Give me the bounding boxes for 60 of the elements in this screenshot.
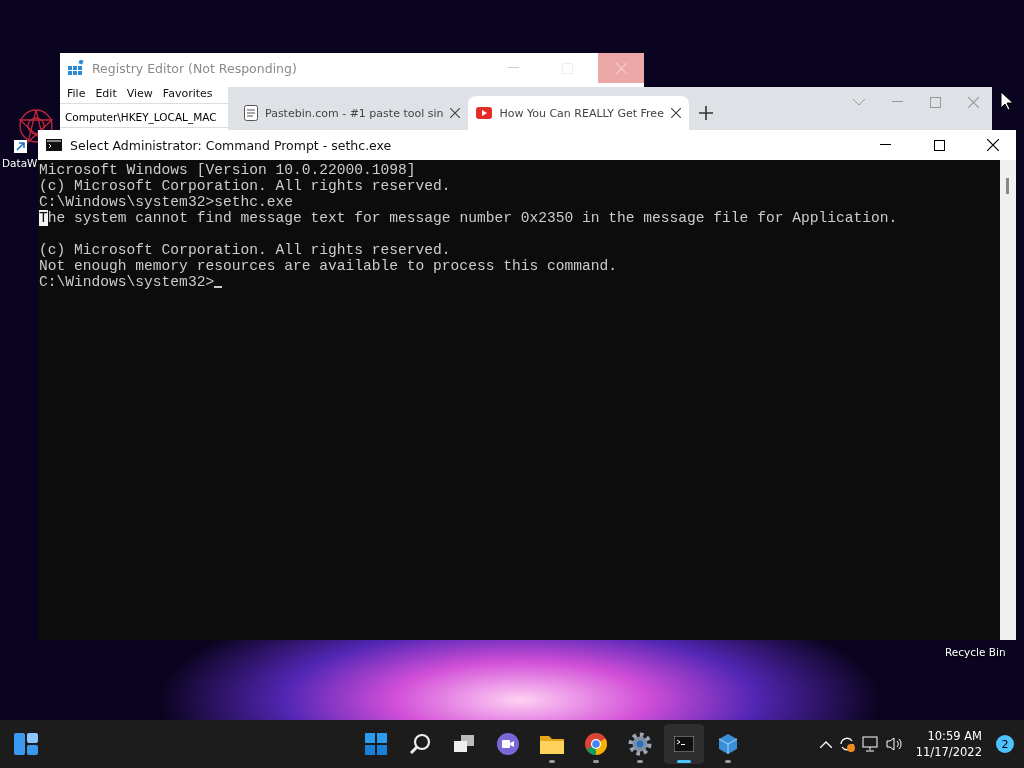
terminal-icon (674, 736, 694, 752)
notification-badge[interactable]: 2 (996, 735, 1014, 753)
close-icon (987, 139, 999, 151)
search-icon (409, 733, 431, 755)
chevron-up-icon[interactable] (819, 740, 832, 748)
console-line: (c) Microsoft Corporation. All rights reserved. (39, 178, 452, 194)
registry-icon (68, 60, 84, 76)
taskbar-app[interactable] (664, 724, 704, 764)
close-icon (450, 108, 461, 118)
browser-icon (584, 732, 608, 756)
menu-item[interactable]: File (62, 86, 91, 100)
tab-close-button[interactable] (450, 108, 461, 118)
tab-close-button[interactable] (670, 108, 681, 118)
desktop-icon-label[interactable]: Recycle Bin (945, 646, 1006, 658)
desktop-icon-label[interactable]: DataW (2, 157, 38, 169)
widgets-button[interactable] (14, 733, 38, 755)
sync-icon[interactable] (837, 735, 856, 753)
chevron-down-icon (853, 98, 865, 106)
console-line: C:\Windows\system32>sethc.exe (39, 194, 294, 210)
menu-item[interactable]: View (121, 86, 158, 100)
maximize-icon (929, 96, 941, 108)
play-logo-icon (476, 107, 493, 119)
mouse-pointer-icon (1000, 91, 1013, 111)
tab-title: Pastebin.com - #1 paste tool sin (265, 106, 444, 120)
volume-icon[interactable] (885, 736, 904, 752)
folder-icon (539, 733, 565, 755)
menu-item[interactable]: Favorites (157, 86, 218, 100)
task-view-icon (453, 734, 475, 754)
minimize-icon (879, 144, 891, 146)
network-icon[interactable] (861, 736, 880, 752)
cubes-icon (717, 733, 739, 755)
browser-tab[interactable]: How You Can REALLY Get Free (468, 96, 689, 130)
clock-time: 10:59 AM (927, 728, 982, 744)
tab-title: How You Can REALLY Get Free (499, 106, 664, 120)
windows-logo-icon (365, 733, 387, 755)
plus-icon (698, 106, 713, 120)
close-icon (670, 108, 681, 118)
menu-item[interactable]: Edit (90, 86, 122, 100)
window-title: Registry Editor (Not Responding) (92, 60, 298, 76)
video-chat-icon (496, 732, 520, 756)
new-tab-button[interactable] (698, 106, 713, 120)
maximize-icon (933, 139, 945, 151)
clock-date: 11/17/2022 (915, 744, 982, 760)
console-prompt[interactable]: C:\Windows\system32> (39, 274, 1000, 290)
console-line: (c) Microsoft Corporation. All rights reserved. (39, 242, 452, 258)
widgets-icon (14, 733, 38, 755)
minimize-icon (507, 67, 519, 69)
minimize-icon (891, 101, 903, 103)
console-icon (46, 139, 62, 151)
gear-icon (628, 732, 652, 756)
window-title: Select Administrator: Command Prompt - sethc.exe (70, 137, 393, 153)
clock[interactable]: 10:59 AM 11/17/2022 (915, 728, 982, 760)
console-line: Microsoft Windows [Version 10.0.22000.1098] (39, 162, 417, 178)
close-icon (615, 62, 627, 74)
console-line: Not enough memory resources are available to process this command. (39, 258, 618, 274)
shortcut-arrow-icon (14, 140, 27, 153)
browser-tab[interactable]: Pastebin.com - #1 paste tool sin (236, 96, 469, 130)
close-icon (967, 96, 979, 108)
address-field[interactable]: Computer\HKEY_LOCAL_MAC (65, 111, 217, 123)
scrollbar[interactable] (1000, 160, 1016, 640)
